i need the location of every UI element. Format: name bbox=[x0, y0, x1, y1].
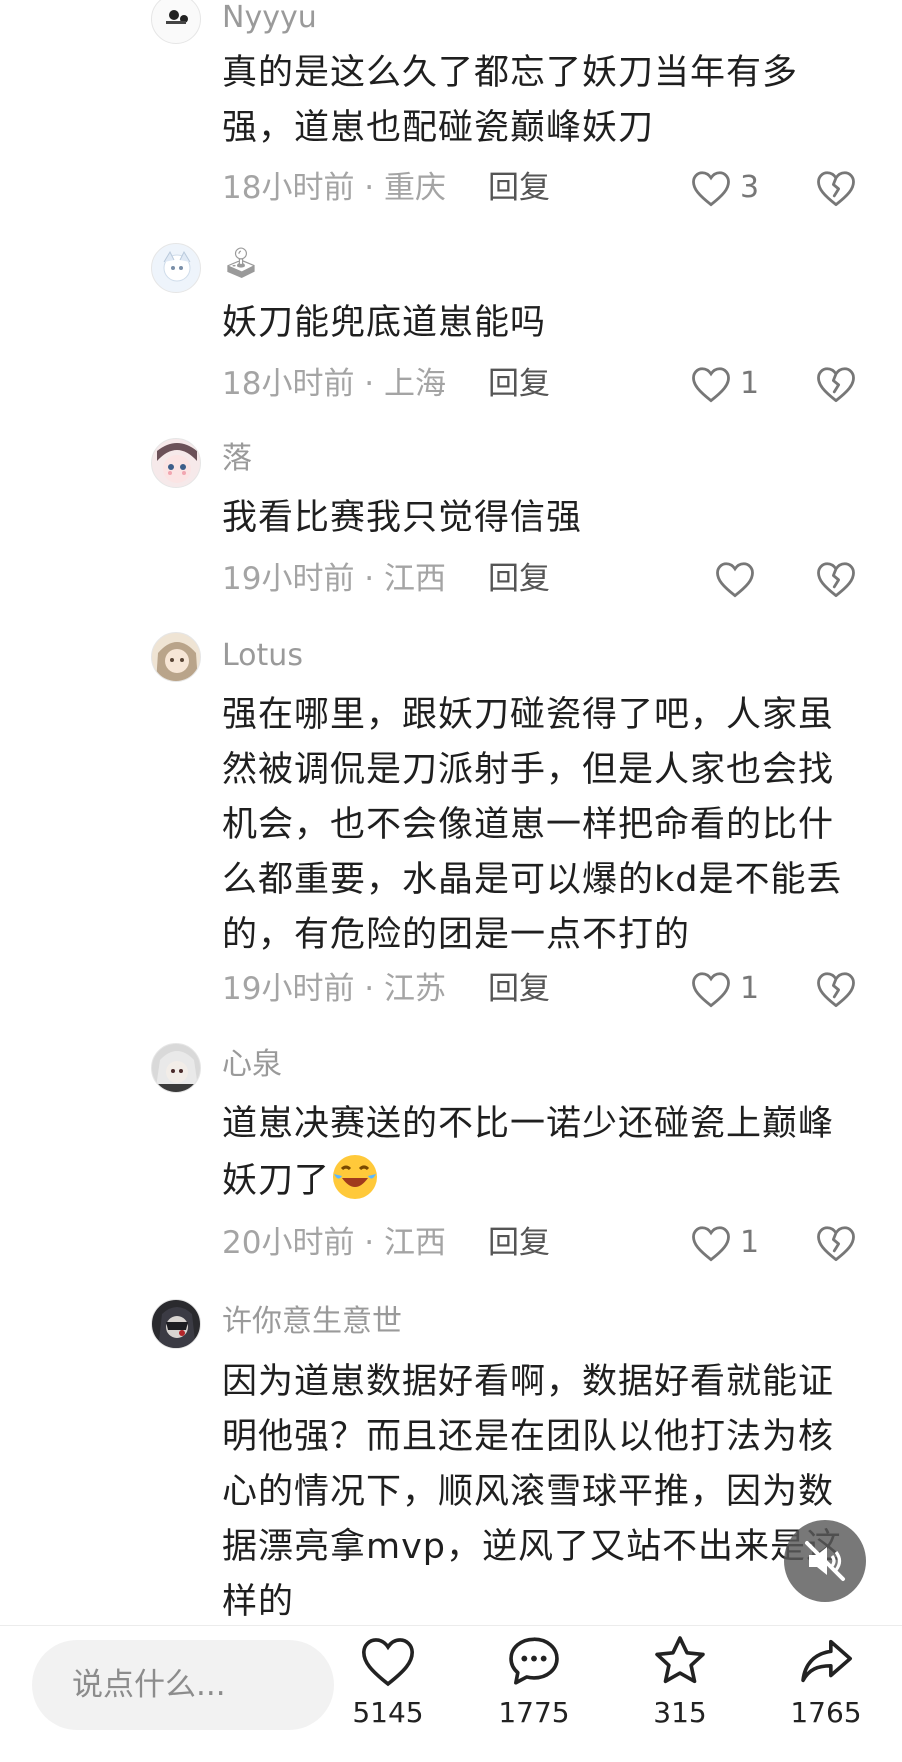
like-button[interactable]: 3 bbox=[690, 166, 759, 210]
like-button[interactable]: 1 bbox=[690, 967, 759, 1011]
reply-button[interactable]: 回复 bbox=[488, 1223, 550, 1263]
comment-username[interactable]: Lotus bbox=[222, 638, 303, 674]
comment-action-button[interactable]: 1775 bbox=[479, 1634, 589, 1729]
dislike-button[interactable] bbox=[815, 969, 857, 1013]
comment-username[interactable]: Nyyyu bbox=[222, 0, 317, 36]
comment-count: 1775 bbox=[498, 1696, 570, 1729]
like-action-button[interactable]: 5145 bbox=[333, 1634, 443, 1729]
broken-heart-icon bbox=[817, 367, 855, 403]
like-count: 3 bbox=[740, 170, 760, 205]
avatar[interactable] bbox=[151, 243, 201, 293]
share-arrow-icon bbox=[801, 1639, 852, 1683]
like-count: 5145 bbox=[352, 1696, 424, 1729]
broken-heart-icon bbox=[817, 1226, 855, 1262]
broken-heart-icon bbox=[817, 171, 855, 207]
like-button[interactable] bbox=[714, 557, 756, 601]
heart-outline-icon bbox=[692, 1226, 730, 1262]
share-action-button[interactable]: 1765 bbox=[771, 1634, 881, 1729]
avatar[interactable] bbox=[151, 632, 201, 682]
heart-outline-icon bbox=[692, 972, 730, 1008]
comment-text: 因为道崽数据好看啊，数据好看就能证明他强？而且还是在团队以他打法为核心的情况下，… bbox=[222, 1362, 843, 1622]
laughing-crying-emoji-icon bbox=[333, 1155, 378, 1199]
comment-meta: 19小时前 · 江西 bbox=[222, 561, 447, 597]
avatar[interactable] bbox=[151, 0, 201, 44]
like-button[interactable]: 1 bbox=[690, 1221, 759, 1265]
comment-text: 妖刀能兜底道崽能吗 bbox=[222, 303, 547, 343]
comment-meta: 18小时前 · 上海 bbox=[222, 366, 447, 402]
comment-text: 强在哪里，跟妖刀碰瓷得了吧，人家虽然被调侃是刀派射手，但是人家也会找机会，也不会… bbox=[222, 695, 843, 955]
speaker-muted-icon bbox=[805, 1541, 845, 1581]
like-count: 1 bbox=[740, 1225, 760, 1260]
reply-button[interactable]: 回复 bbox=[488, 168, 550, 208]
comment-username[interactable]: 心泉 bbox=[222, 1047, 282, 1083]
dislike-button[interactable] bbox=[815, 559, 857, 603]
comment-text: 真的是这么久了都忘了妖刀当年有多强，道崽也配碰瓷巅峰妖刀 bbox=[222, 53, 799, 148]
dislike-button[interactable] bbox=[815, 1223, 857, 1267]
comment-meta: 19小时前 · 江苏 bbox=[222, 971, 447, 1007]
comment-text: 道崽决赛送的不比一诺少还碰瓷上巅峰妖刀了 bbox=[222, 1097, 867, 1209]
like-count: 1 bbox=[740, 366, 760, 401]
like-button[interactable]: 1 bbox=[690, 362, 759, 406]
comment-text-content: 道崽决赛送的不比一诺少还碰瓷上巅峰妖刀了 bbox=[222, 1104, 835, 1201]
favorite-action-button[interactable]: 315 bbox=[625, 1634, 735, 1729]
star-icon bbox=[655, 1636, 705, 1684]
reply-button[interactable]: 回复 bbox=[488, 969, 550, 1009]
reply-button[interactable]: 回复 bbox=[488, 559, 550, 599]
avatar[interactable] bbox=[151, 1043, 201, 1093]
mute-button[interactable] bbox=[784, 1520, 866, 1602]
comment-text: 我看比赛我只觉得信强 bbox=[222, 498, 583, 538]
dislike-button[interactable] bbox=[815, 168, 857, 212]
comment-username[interactable]: 许你意生意世 bbox=[222, 1304, 402, 1340]
comment-username[interactable]: 🕹 bbox=[222, 246, 260, 282]
heart-outline-icon bbox=[692, 171, 730, 207]
share-count: 1765 bbox=[790, 1696, 862, 1729]
heart-outline-icon bbox=[362, 1638, 414, 1687]
bottom-action-bar: 5145 1775 315 1765 bbox=[0, 1625, 902, 1762]
comment-input[interactable] bbox=[32, 1640, 334, 1730]
comment-meta: 18小时前 · 重庆 bbox=[222, 170, 447, 206]
favorite-count: 315 bbox=[653, 1696, 707, 1729]
dislike-button[interactable] bbox=[815, 364, 857, 408]
comment-username[interactable]: 落 bbox=[222, 441, 252, 477]
reply-button[interactable]: 回复 bbox=[488, 364, 550, 404]
avatar[interactable] bbox=[151, 438, 201, 488]
heart-outline-icon bbox=[692, 367, 730, 403]
comment-meta: 20小时前 · 江西 bbox=[222, 1225, 447, 1261]
heart-outline-icon bbox=[716, 562, 754, 598]
avatar[interactable] bbox=[151, 1299, 201, 1349]
broken-heart-icon bbox=[817, 562, 855, 598]
chat-bubble-icon bbox=[509, 1637, 559, 1685]
like-count: 1 bbox=[740, 971, 760, 1006]
broken-heart-icon bbox=[817, 972, 855, 1008]
